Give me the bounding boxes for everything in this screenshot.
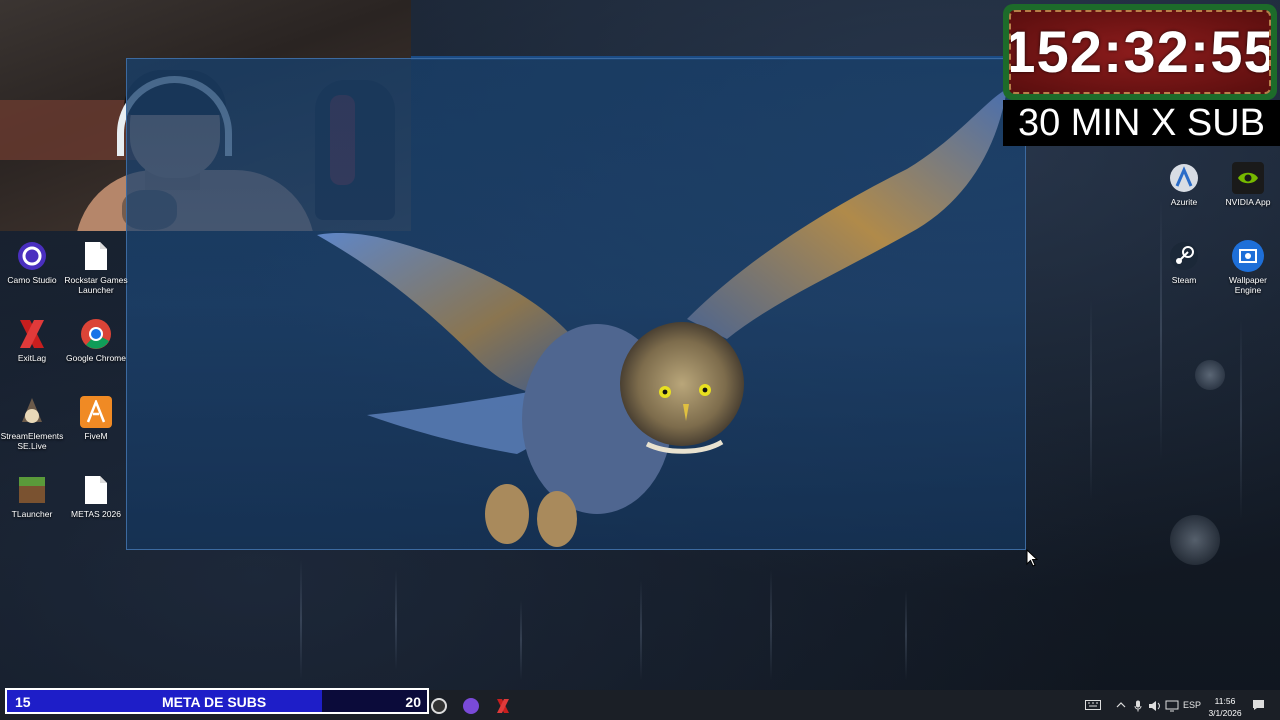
rain-streak [395,570,397,670]
network-icon[interactable] [1165,700,1179,714]
wallpaper-engine-icon [1232,240,1264,272]
camo-studio-icon [16,240,48,272]
desktop-icon-metas-2026[interactable]: METAS 2026 [64,474,128,519]
desktop-icon-fivem[interactable]: FiveM [64,396,128,441]
bokeh-light [1195,360,1225,390]
desktop-icon-google-chrome[interactable]: Google Chrome [64,318,128,363]
owl-right-wing [687,89,1007,339]
desktop-icon-nvidia-app[interactable]: NVIDIA App [1216,162,1280,207]
sub-time-banner: 30 MIN X SUB [1003,100,1280,146]
desktop-icon-rockstar-games-launcher[interactable]: Rockstar Games Launcher [64,240,128,295]
desktop-icon-camo-studio[interactable]: Camo Studio [0,240,64,285]
icon-label: Rockstar Games Launcher [64,275,128,295]
desktop: Camo Studio Rockstar Games Launcher Exit… [0,0,1280,720]
exitlag-taskbar-icon[interactable] [495,698,511,714]
owl-illustration [317,89,1007,547]
icon-label: Azurite [1170,197,1198,207]
desktop-icon-wallpaper-engine[interactable]: Wallpaper Engine [1216,240,1280,295]
icon-label: Camo Studio [7,275,57,285]
owl-talon-right [537,491,577,547]
sub-goal-target: 20 [405,694,421,710]
clock-date: 3/1/2026 [1208,708,1242,718]
icon-label: TLauncher [11,509,53,519]
sub-goal-current: 15 [15,694,31,710]
subathon-timer-frame: 152:32:55 [1009,10,1271,94]
icon-label: Steam [1171,275,1197,285]
discord-icon[interactable] [463,698,479,714]
document-icon [80,240,112,272]
keyboard-icon[interactable] [1085,700,1101,712]
desktop-icon-steam[interactable]: Steam [1152,240,1216,285]
rain-streak [770,570,772,680]
owl-talon-left [485,484,529,544]
chrome-icon [80,318,112,350]
sub-goal-label: META DE SUBS [162,694,267,710]
rain-streak [520,600,522,680]
rain-streak [1090,300,1092,500]
icon-label: StreamElements SE.Live [0,431,64,451]
notification-icon[interactable] [1252,699,1265,713]
subathon-timer-widget: 152:32:55 [1003,4,1277,100]
document-icon [80,474,112,506]
steam-icon [1168,240,1200,272]
icon-label: FiveM [84,431,108,441]
rain-streak [905,590,907,680]
mouse-cursor-icon [1026,549,1038,567]
streamelements-icon [16,396,48,428]
nvidia-icon [1232,162,1264,194]
minecraft-icon [16,474,48,506]
clock-time: 11:56 [1214,696,1236,706]
volume-icon[interactable] [1148,700,1162,714]
icon-label: Google Chrome [65,353,126,363]
chevron-up-icon[interactable] [1116,700,1126,712]
owl-head [620,322,744,446]
obs-icon[interactable] [431,698,447,714]
rain-streak [640,580,642,680]
exitlag-icon [16,318,48,350]
microphone-icon[interactable] [1134,700,1142,714]
rain-streak [300,560,302,680]
taskbar-clock[interactable]: 11:56 3/1/2026 [1196,695,1254,719]
azurite-icon [1168,162,1200,194]
icon-label: METAS 2026 [71,509,121,519]
rain-streak [1240,320,1242,520]
wallpaper-selection-rectangle[interactable] [126,58,1026,550]
desktop-icon-azurite[interactable]: Azurite [1152,162,1216,207]
icon-label: NVIDIA App [1225,197,1271,207]
icon-label: ExitLag [17,353,47,363]
sub-goal-bar: 15 META DE SUBS 20 [5,688,429,714]
fivem-icon [80,396,112,428]
icon-label: Wallpaper Engine [1229,275,1267,295]
rain-streak [1160,200,1162,460]
bokeh-light [1170,515,1220,565]
desktop-icon-exitlag[interactable]: ExitLag [0,318,64,363]
desktop-icon-streamelements[interactable]: StreamElements SE.Live [0,396,64,451]
subathon-timer-value: 152:32:55 [1009,19,1271,85]
desktop-icon-tlauncher[interactable]: TLauncher [0,474,64,519]
